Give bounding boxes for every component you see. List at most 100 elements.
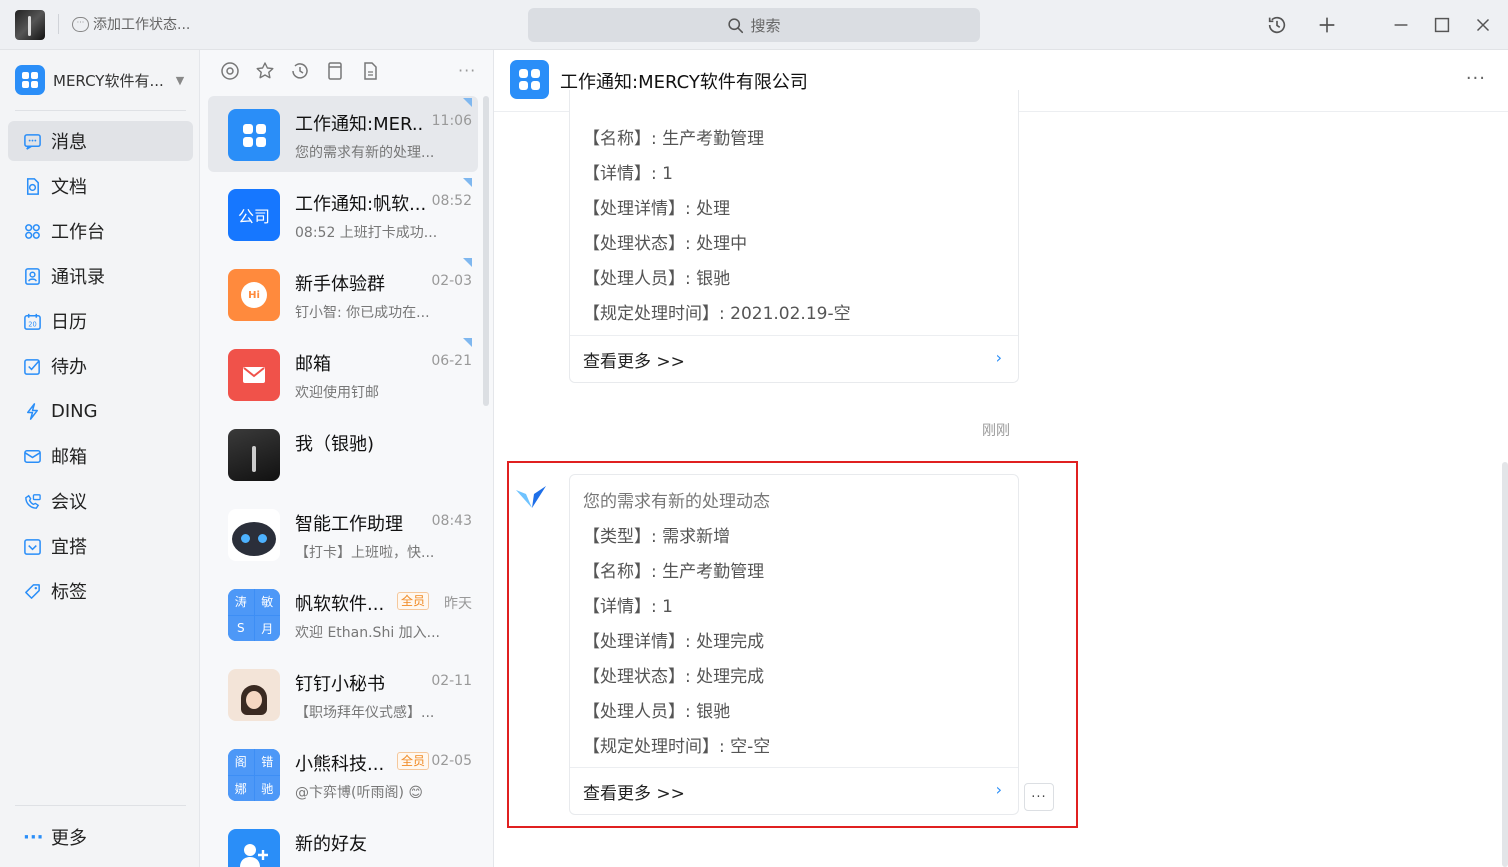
grid-icon <box>25 223 40 239</box>
document-icon <box>26 177 39 195</box>
nav-tags[interactable]: 标签 <box>8 571 193 611</box>
conversation-name: 智能工作助理 <box>295 514 403 535</box>
card-line: 【处理人员】: 银驰 <box>583 269 731 289</box>
conversation-name: 帆软软件... <box>295 594 383 615</box>
nav-calendar[interactable]: 20 日历 <box>8 301 193 341</box>
mail-icon <box>24 449 41 463</box>
title-bar: ··· 添加工作状态... 搜索 <box>0 0 1508 50</box>
list-item[interactable]: 智能工作助理 08:43 【打卡】上班啦，快... <box>208 496 478 572</box>
add-work-status-button[interactable]: ··· 添加工作状态... <box>72 13 190 35</box>
assistant-avatar <box>228 509 280 561</box>
view-more-link[interactable]: 查看更多 >> › <box>570 335 1018 383</box>
scrollbar[interactable] <box>483 96 489 406</box>
nav-yida[interactable]: 宜搭 <box>8 526 193 566</box>
list-item[interactable]: Hi 新手体验群 02-03 钉小智: 你已成功在... <box>208 256 478 332</box>
conversation-name: 邮箱 <box>295 354 331 375</box>
nav-ding[interactable]: DING <box>8 391 193 431</box>
member-initial: 娜 <box>228 775 254 801</box>
nav-contacts[interactable]: 通讯录 <box>8 256 193 296</box>
conversation-name: 小熊科技... <box>295 754 385 775</box>
contacts-icon <box>25 267 40 285</box>
conversation-preview: 【职场拜年仪式感】... <box>295 705 435 721</box>
avatar-text: 公司 <box>237 207 270 226</box>
todo-icon <box>24 358 40 375</box>
message-timestamp: 刚刚 <box>982 423 1010 439</box>
org-logo-icon <box>15 65 45 95</box>
member-initial: S <box>228 615 254 641</box>
list-item[interactable]: 涛 敏 S 月 帆软软件... 全员 昨天 欢迎 Ethan.Shi 加入... <box>208 576 478 652</box>
nav-messages[interactable]: 消息 <box>8 121 193 161</box>
conversation-time: 02-05 <box>431 753 472 769</box>
divider <box>15 805 186 806</box>
chevron-right-icon: › <box>995 348 1002 367</box>
star-icon[interactable] <box>255 61 277 83</box>
add-user-icon <box>240 844 268 867</box>
group-avatar: Hi <box>228 269 280 321</box>
member-initial: 错 <box>254 749 280 775</box>
highlight-box <box>507 461 1078 828</box>
nav-label: 邮箱 <box>51 447 87 468</box>
conversation-name: 新手体验群 <box>295 274 385 295</box>
conversation-name: 工作通知:MER... <box>295 114 425 135</box>
filter-bar: ··· <box>220 61 480 83</box>
more-options-icon[interactable]: ··· <box>1466 68 1486 89</box>
nav-todo[interactable]: 待办 <box>8 346 193 386</box>
nav-label: 待办 <box>51 357 87 378</box>
divider <box>58 14 59 34</box>
search-input[interactable]: 搜索 <box>528 8 980 42</box>
work-notice-avatar <box>228 109 280 161</box>
minimize-icon[interactable] <box>1388 12 1414 38</box>
caret-down-icon: ▼ <box>175 73 185 87</box>
nav-workbench[interactable]: 工作台 <box>8 211 193 251</box>
card-line: 【处理状态】: 处理中 <box>583 234 748 254</box>
more-dots-icon: ··· <box>23 826 44 848</box>
at-mention-icon[interactable] <box>220 61 242 83</box>
member-initial: 阁 <box>228 749 254 775</box>
nav-documents[interactable]: 文档 <box>8 166 193 206</box>
list-item[interactable]: 新的好友 <box>208 816 478 867</box>
nav-mail[interactable]: 邮箱 <box>8 436 193 476</box>
conversation-preview: 您的需求有新的处理... <box>295 145 435 161</box>
nav-label: 宜搭 <box>51 537 87 558</box>
scrollbar[interactable] <box>1502 462 1508 867</box>
conversation-preview: 欢迎 Ethan.Shi 加入... <box>295 625 441 641</box>
lightning-icon <box>26 402 39 420</box>
member-initial: 敏 <box>254 589 280 615</box>
file-icon[interactable] <box>360 61 382 83</box>
self-avatar <box>228 429 280 481</box>
svg-text:20: 20 <box>28 320 36 328</box>
all-members-badge: 全员 <box>397 752 430 770</box>
secretary-avatar <box>228 669 280 721</box>
conversation-name: 新的好友 <box>295 834 367 855</box>
conversation-time: 08:52 <box>431 193 472 209</box>
mail-icon <box>243 367 265 383</box>
list-item[interactable]: 工作通知:MER... 11:06 您的需求有新的处理... <box>208 96 478 172</box>
close-icon[interactable] <box>1470 12 1496 38</box>
list-item[interactable]: 我（银驰) <box>208 416 478 492</box>
member-initial: 涛 <box>228 589 254 615</box>
conversation-name: 工作通知:帆软... <box>295 194 425 215</box>
list-item[interactable]: 邮箱 06-21 欢迎使用钉邮 <box>208 336 478 412</box>
list-item[interactable]: 钉钉小秘书 02-11 【职场拜年仪式感】... <box>208 656 478 732</box>
history-icon[interactable] <box>1264 12 1290 38</box>
nav-more[interactable]: ··· 更多 <box>8 817 193 857</box>
user-avatar[interactable] <box>15 10 45 40</box>
bookmark-icon[interactable] <box>325 61 347 83</box>
org-switcher[interactable]: MERCY软件有... ▼ <box>15 64 190 96</box>
calendar-icon: 20 <box>24 313 41 330</box>
more-icon[interactable]: ··· <box>458 61 480 83</box>
conversation-time: 02-11 <box>431 673 472 689</box>
list-item[interactable]: 阁 错 娜 驰 小熊科技... 全员 02-05 @卞弈博(听雨阁) 😊 <box>208 736 478 812</box>
nav-label: 文档 <box>51 177 87 198</box>
nav-meeting[interactable]: 会议 <box>8 481 193 521</box>
list-item[interactable]: 公司 工作通知:帆软... 08:52 08:52 上班打卡成功... <box>208 176 478 252</box>
conversation-preview: 钉小智: 你已成功在... <box>295 305 430 321</box>
conversation-preview: 欢迎使用钉邮 <box>295 385 379 401</box>
recent-icon[interactable] <box>290 61 312 83</box>
group-avatar: 涛 敏 S 月 <box>228 589 280 641</box>
plus-icon[interactable] <box>1314 12 1340 38</box>
search-placeholder: 搜索 <box>750 16 781 35</box>
maximize-icon[interactable] <box>1429 12 1455 38</box>
conversation-preview: 08:52 上班打卡成功... <box>295 225 438 241</box>
mailbox-avatar <box>228 349 280 401</box>
